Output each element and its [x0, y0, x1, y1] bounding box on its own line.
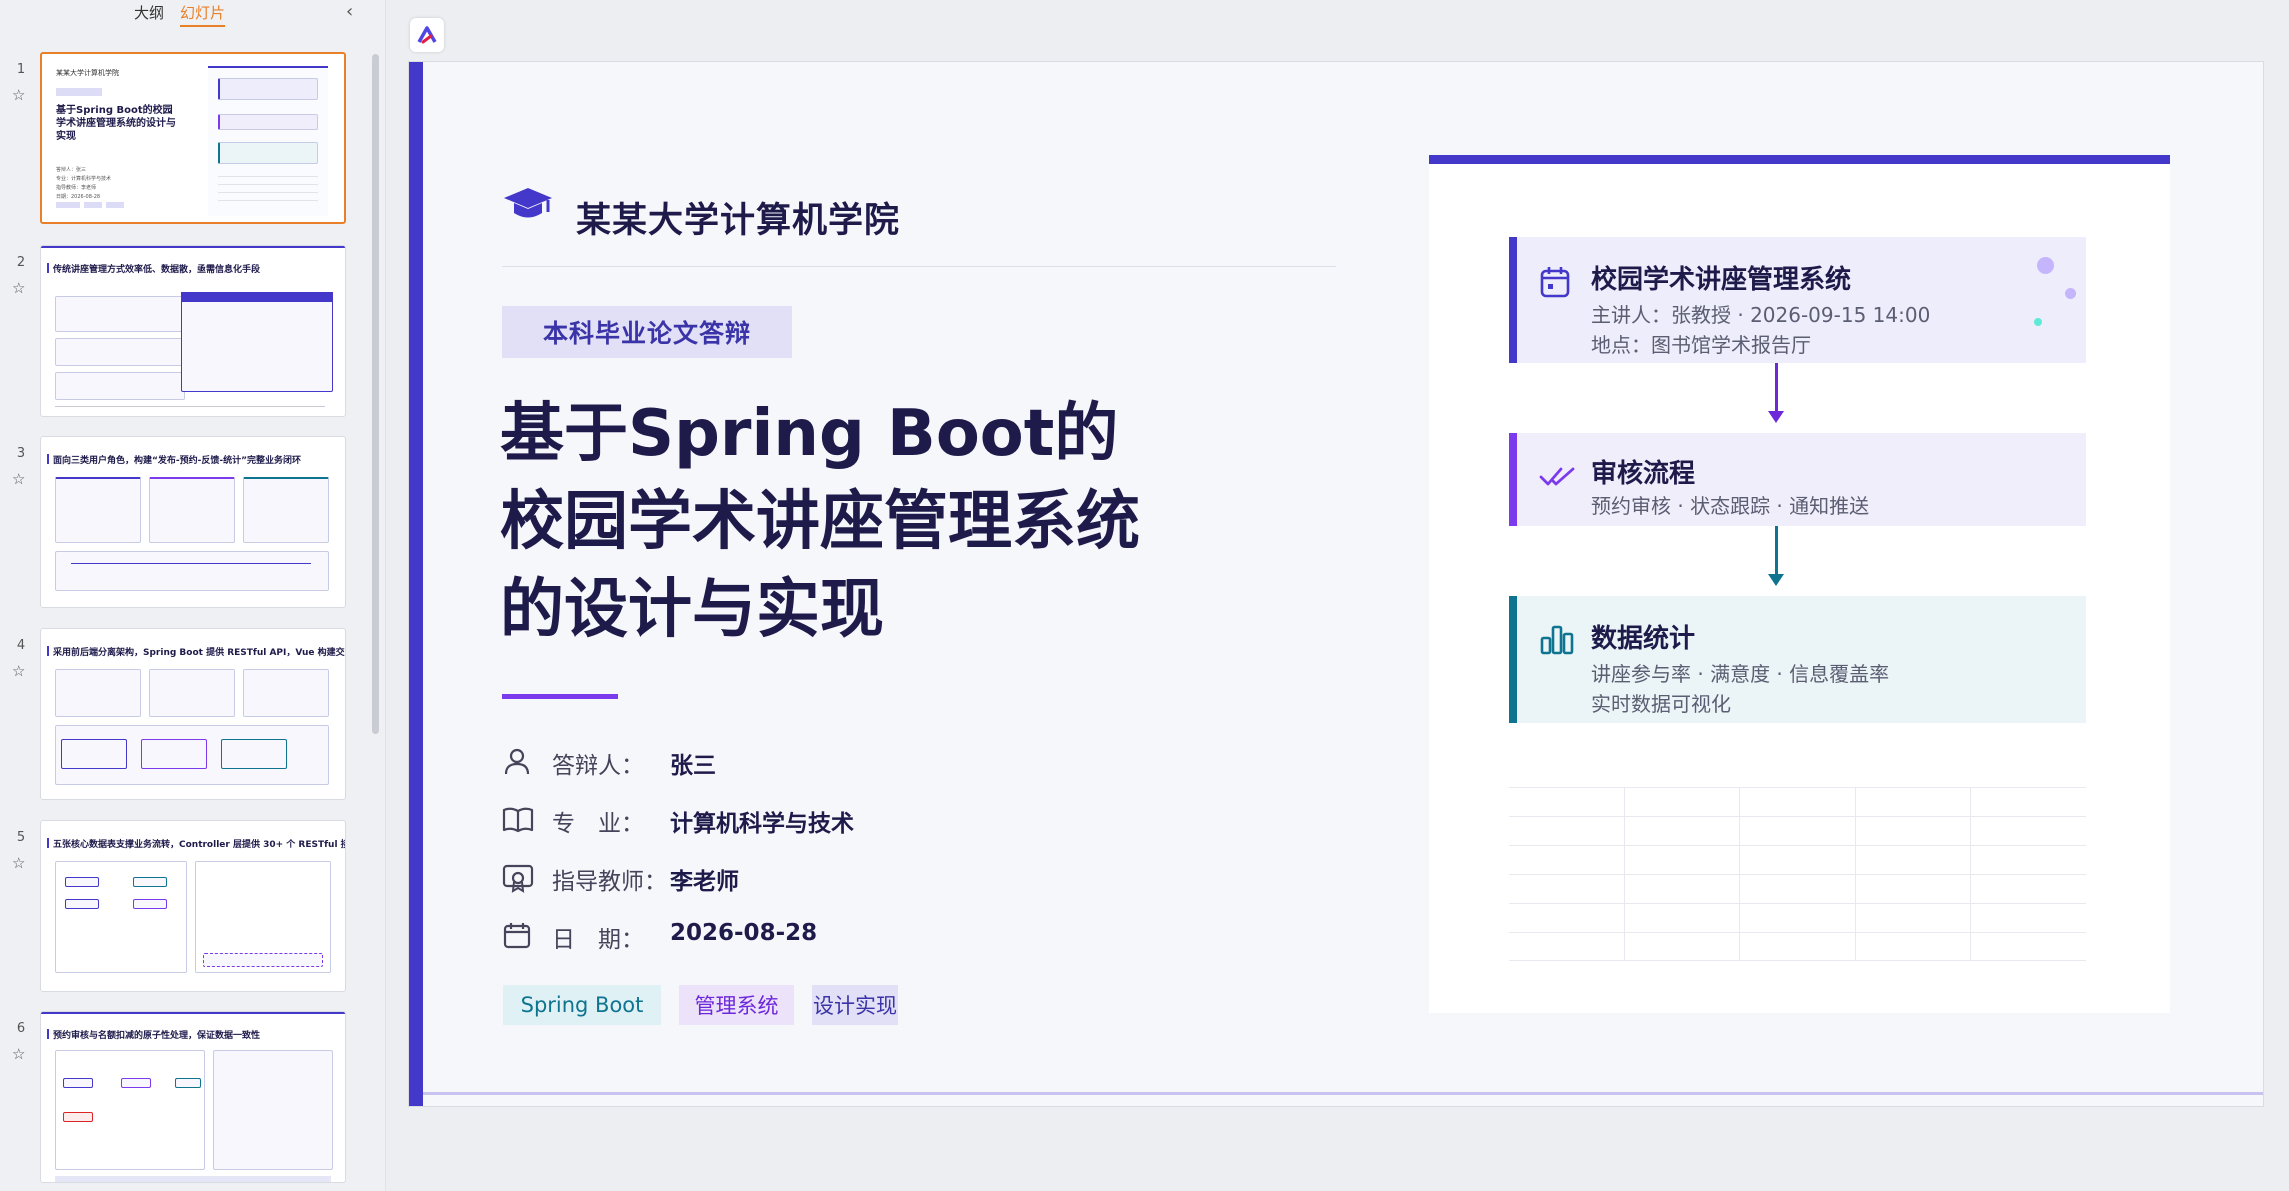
- slide-accent-bar: [409, 62, 423, 1106]
- thumbnail-row-4: 4 ☆ 采用前后端分离架构，Spring Boot 提供 RESTful API…: [0, 628, 360, 800]
- thumbnail-row-1: 1 ☆ 某某大学计算机学院 基于Spring Boot的校园学术讲座管理系统的设…: [0, 52, 360, 224]
- person-icon: [504, 748, 530, 775]
- feature-panel: 校园学术讲座管理系统 主讲人：张教授 · 2026-09-15 14:00 地点…: [1429, 155, 2170, 1013]
- card-title: 数据统计: [1591, 624, 1696, 654]
- review-card: 审核流程 预约审核 · 状态跟踪 · 通知推送: [1509, 433, 2086, 526]
- info-label: 专 业：: [552, 811, 644, 837]
- decorative-dot: [2065, 288, 2076, 299]
- slide-number: 2: [16, 255, 26, 270]
- card-line: 讲座参与率 · 满意度 · 信息覆盖率: [1591, 662, 1890, 686]
- thumb-institution: 某某大学计算机学院: [56, 69, 119, 77]
- thumb-title: 基于Spring Boot的校园学术讲座管理系统的设计与实现: [56, 105, 176, 142]
- title-line-2: 校园学术讲座管理系统: [500, 485, 1140, 559]
- statistics-card: 数据统计 讲座参与率 · 满意度 · 信息覆盖率 实时数据可视化: [1509, 596, 2086, 723]
- app-logo-icon: [417, 26, 437, 44]
- card-line: 地点：图书馆学术报告厅: [1591, 333, 1811, 357]
- info-value: 计算机科学与技术: [670, 811, 854, 837]
- title-line-3: 的设计与实现: [500, 573, 884, 647]
- decorative-grid: [1509, 787, 2086, 961]
- calendar-icon: [1540, 267, 1570, 298]
- keyword-tag: 设计实现: [812, 985, 898, 1025]
- graduation-cap-icon: [504, 188, 552, 218]
- card-line: 主讲人：张教授 · 2026-09-15 14:00: [1591, 303, 1931, 327]
- slide-number: 6: [16, 1021, 26, 1036]
- arrow-down-icon: [1768, 574, 1784, 586]
- slide-number: 3: [16, 446, 26, 461]
- slide-thumbnail-4[interactable]: 采用前后端分离架构，Spring Boot 提供 RESTful API，Vue…: [40, 628, 346, 800]
- slide-thumbnail-1[interactable]: 某某大学计算机学院 基于Spring Boot的校园学术讲座管理系统的设计与实现…: [40, 52, 346, 224]
- thumb-meta-line: 专业：计算机科学与技术: [56, 176, 112, 182]
- thumb-meta: 答辩人：张三 专业：计算机科学与技术 指导教师：李老师 日期：2026-08-2…: [56, 166, 111, 202]
- title-line-1: 基于Spring Boot的: [500, 397, 1119, 471]
- double-check-icon: [1539, 467, 1575, 486]
- tab-slides[interactable]: 幻灯片: [180, 2, 226, 27]
- slide-thumbnail-3[interactable]: 面向三类用户角色，构建“发布-预约-反馈-统计”完整业务闭环: [40, 436, 346, 608]
- keyword-tag: Spring Boot: [503, 985, 661, 1025]
- page-title: 基于Spring Boot的 校园学术讲座管理系统 的设计与实现: [500, 390, 1320, 654]
- thumb-title: 五张核心数据表支撑业务流转，Controller 层提供 30+ 个 RESTf…: [47, 837, 345, 850]
- card-line: 预约审核 · 状态跟踪 · 通知推送: [1591, 494, 1870, 518]
- sidebar-tabs: 大纲 幻灯片 ‹: [0, 0, 386, 27]
- calendar-icon: [503, 923, 531, 949]
- app-logo[interactable]: [410, 18, 444, 52]
- thumb-meta-line: 指导教师：李老师: [56, 185, 97, 191]
- slide-bottom-line: [423, 1092, 2263, 1095]
- flow-connector: [1775, 363, 1778, 413]
- divider: [502, 266, 1336, 267]
- card-title: 校园学术讲座管理系统: [1591, 265, 1852, 295]
- info-label: 日 期：: [552, 927, 644, 953]
- flow-connector: [1775, 526, 1778, 576]
- star-icon[interactable]: ☆: [12, 662, 25, 680]
- thesis-defense-badge: 本科毕业论文答辩: [502, 306, 792, 358]
- star-icon[interactable]: ☆: [12, 470, 25, 488]
- thumb-title: 传统讲座管理方式效率低、数据散，亟需信息化手段: [46, 262, 260, 275]
- info-value: 张三: [670, 753, 716, 779]
- thumb-right-panel: [208, 66, 328, 216]
- star-icon[interactable]: ☆: [12, 1045, 25, 1063]
- slide-thumbnail-5[interactable]: 五张核心数据表支撑业务流转，Controller 层提供 30+ 个 RESTf…: [40, 820, 346, 992]
- thumb-chip: [106, 202, 124, 208]
- thumb-badge: [56, 88, 102, 96]
- sidebar-scrollbar[interactable]: [372, 54, 379, 734]
- arrow-down-icon: [1768, 411, 1784, 423]
- title-underline: [502, 694, 618, 699]
- book-icon: [502, 807, 534, 833]
- slide-number: 4: [16, 638, 26, 653]
- slide-sidebar: 大纲 幻灯片 ‹ 1 ☆ 某某大学计算机学院 基于Spring Boot的校园学…: [0, 0, 386, 1191]
- card-title: 审核流程: [1591, 459, 1696, 489]
- thumbnail-row-3: 3 ☆ 面向三类用户角色，构建“发布-预约-反馈-统计”完整业务闭环: [0, 436, 360, 608]
- star-icon[interactable]: ☆: [12, 854, 25, 872]
- thumb-title: 采用前后端分离架构，Spring Boot 提供 RESTful API，Vue…: [47, 645, 345, 658]
- slide-thumbnail-2[interactable]: 传统讲座管理方式效率低、数据散，亟需信息化手段: [40, 245, 346, 417]
- thumb-title: 预约审核与名额扣减的原子性处理，保证数据一致性: [46, 1028, 260, 1041]
- star-icon[interactable]: ☆: [12, 279, 25, 297]
- thumb-title: 面向三类用户角色，构建“发布-预约-反馈-统计”完整业务闭环: [46, 453, 301, 466]
- thumb-meta-line: 日期：2026-08-28: [56, 194, 101, 200]
- card-line: 实时数据可视化: [1591, 692, 1731, 716]
- thumbnail-row-2: 2 ☆ 传统讲座管理方式效率低、数据散，亟需信息化手段: [0, 245, 360, 417]
- collapse-sidebar-button[interactable]: ‹: [346, 1, 353, 22]
- info-value: 2026-08-28: [670, 920, 818, 946]
- decorative-dot: [2034, 318, 2042, 326]
- info-label: 答辩人：: [552, 753, 644, 779]
- certificate-icon: [502, 864, 534, 893]
- tab-outline[interactable]: 大纲: [134, 2, 164, 23]
- bar-chart-icon: [1540, 625, 1574, 655]
- keyword-tag: 管理系统: [679, 985, 794, 1025]
- thumbnail-row-5: 5 ☆ 五张核心数据表支撑业务流转，Controller 层提供 30+ 个 R…: [0, 820, 360, 992]
- slide-number: 1: [16, 62, 26, 77]
- star-icon[interactable]: ☆: [12, 86, 25, 104]
- thumb-meta-line: 答辩人：张三: [56, 167, 87, 173]
- info-value: 李老师: [670, 869, 739, 895]
- panel-top-bar: [1429, 155, 2170, 164]
- info-label: 指导教师：: [552, 869, 667, 895]
- decorative-dot: [2037, 257, 2054, 274]
- thumb-chip: [56, 202, 80, 208]
- institution-name: 某某大学计算机学院: [576, 201, 901, 241]
- slide-thumbnail-6[interactable]: 预约审核与名额扣减的原子性处理，保证数据一致性: [40, 1011, 346, 1183]
- lecture-card: 校园学术讲座管理系统 主讲人：张教授 · 2026-09-15 14:00 地点…: [1509, 237, 2086, 363]
- slide-number: 5: [16, 830, 26, 845]
- thumb-chip: [84, 202, 102, 208]
- thumbnail-row-6: 6 ☆ 预约审核与名额扣减的原子性处理，保证数据一致性: [0, 1011, 360, 1183]
